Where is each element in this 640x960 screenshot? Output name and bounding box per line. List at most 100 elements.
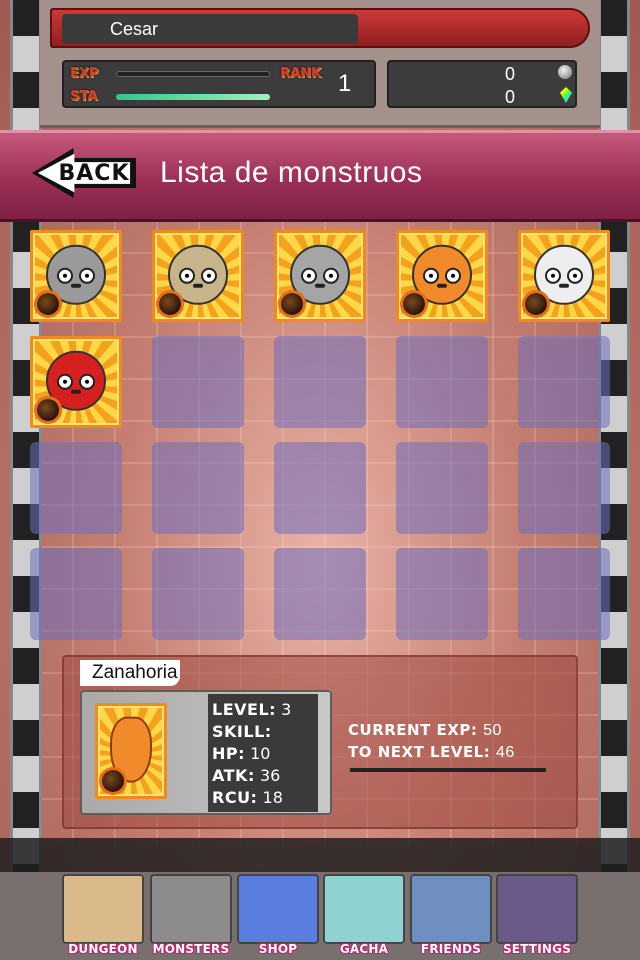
coin-icon (558, 65, 572, 79)
empty-slot (274, 548, 366, 640)
eyes (301, 268, 339, 285)
element-orb-icon (403, 293, 425, 315)
nav-dungeon-button[interactable]: DUNGEON (60, 872, 146, 960)
handshake-icon (410, 874, 492, 944)
rank-label: RANK (280, 66, 322, 81)
next-level-label: TO NEXT LEVEL: (348, 743, 491, 761)
empty-slot (518, 336, 610, 428)
element-orb-icon (37, 399, 59, 421)
eyes (423, 268, 461, 285)
mouth (315, 283, 325, 288)
rcv-stat: RCU: 18 (212, 788, 283, 807)
mouth (559, 283, 569, 288)
current-exp-label: CURRENT EXP: (348, 721, 478, 739)
empty-slot (518, 548, 610, 640)
eyes (179, 268, 217, 285)
element-orb-icon (102, 770, 124, 792)
page-title: Lista de monstruos (160, 156, 423, 189)
nav-label: SETTINGS (502, 942, 572, 956)
eye (179, 268, 195, 285)
exp-bar (116, 71, 270, 77)
empty-slot (518, 442, 610, 534)
atk-value: 36 (259, 766, 281, 785)
nav-label: GACHA (339, 942, 389, 956)
nav-label: MONSTERS (152, 942, 230, 956)
player-name: Cesar (62, 14, 358, 44)
level-stat: LEVEL: 3 (212, 700, 291, 719)
atk-stat: ATK: 36 (212, 766, 280, 785)
element-orb-icon (37, 293, 59, 315)
eyes (57, 374, 95, 391)
monster-portrait (95, 703, 167, 799)
eye (301, 268, 317, 285)
eye (79, 268, 95, 285)
coin-count: 0 (504, 64, 515, 84)
hp-label: HP: (212, 744, 246, 763)
gem-cluster-icon (237, 874, 319, 944)
eye (323, 268, 339, 285)
skill-label: SKILL: (212, 722, 272, 741)
empty-slot (396, 442, 488, 534)
eye (567, 268, 583, 285)
current-exp-value: 50 (483, 722, 502, 739)
nav-label: SHOP (258, 942, 298, 956)
nav-shop-button[interactable]: SHOP (235, 872, 321, 960)
gem-count: 0 (504, 87, 515, 107)
eye (545, 268, 561, 285)
eye (57, 374, 73, 391)
sta-bar (116, 94, 270, 100)
exp-label: EXP (70, 66, 99, 81)
mouth (437, 283, 447, 288)
monster-slot[interactable] (30, 230, 122, 322)
sta-label: STA (70, 89, 98, 104)
empty-slot (274, 442, 366, 534)
back-button[interactable]: BACK (32, 148, 136, 198)
skill-stat: SKILL: (212, 722, 272, 741)
level-label: LEVEL: (212, 700, 277, 719)
level-value: 3 (281, 700, 292, 719)
nav-label: FRIENDS (420, 942, 482, 956)
element-orb-icon (159, 293, 181, 315)
exp-sta-panel (62, 60, 376, 108)
mouth (71, 283, 81, 288)
hp-stat: HP: 10 (212, 744, 270, 763)
monster-slot[interactable] (30, 336, 122, 428)
monster-slot[interactable] (152, 230, 244, 322)
monster-slot[interactable] (396, 230, 488, 322)
element-orb-icon (281, 293, 303, 315)
empty-slot (396, 336, 488, 428)
hp-value: 10 (250, 744, 271, 763)
nav-monsters-button[interactable]: MONSTERS (148, 872, 234, 960)
rcv-value: 18 (262, 788, 283, 807)
element-orb-icon (525, 293, 547, 315)
eyes (545, 268, 583, 285)
monster-slot[interactable] (274, 230, 366, 322)
current-exp: CURRENT EXP: 50 (348, 721, 502, 740)
nav-settings-button[interactable]: SETTINGS (494, 872, 580, 960)
empty-slot (30, 442, 122, 534)
mouth (193, 283, 203, 288)
mouth (71, 389, 81, 394)
eye (57, 268, 73, 285)
rcv-label: RCU: (212, 788, 258, 807)
map-icon (62, 874, 144, 944)
eye (79, 374, 95, 391)
monster-name: Zanahoria (80, 660, 180, 686)
eye (445, 268, 461, 285)
atk-label: ATK: (212, 766, 255, 785)
eyes (57, 268, 95, 285)
empty-slot (396, 548, 488, 640)
next-level-exp: TO NEXT LEVEL: 46 (348, 743, 515, 762)
back-label: BACK (58, 161, 130, 186)
empty-slot (152, 336, 244, 428)
empty-slot (152, 548, 244, 640)
stone-monster-icon (150, 874, 232, 944)
nav-friends-button[interactable]: FRIENDS (408, 872, 494, 960)
wrench-icon (496, 874, 578, 944)
nav-gacha-button[interactable]: GACHA (321, 872, 407, 960)
resources-panel (387, 60, 577, 108)
empty-slot (30, 548, 122, 640)
monster-slot[interactable] (518, 230, 610, 322)
eye (201, 268, 217, 285)
rank-value: 1 (338, 70, 352, 97)
